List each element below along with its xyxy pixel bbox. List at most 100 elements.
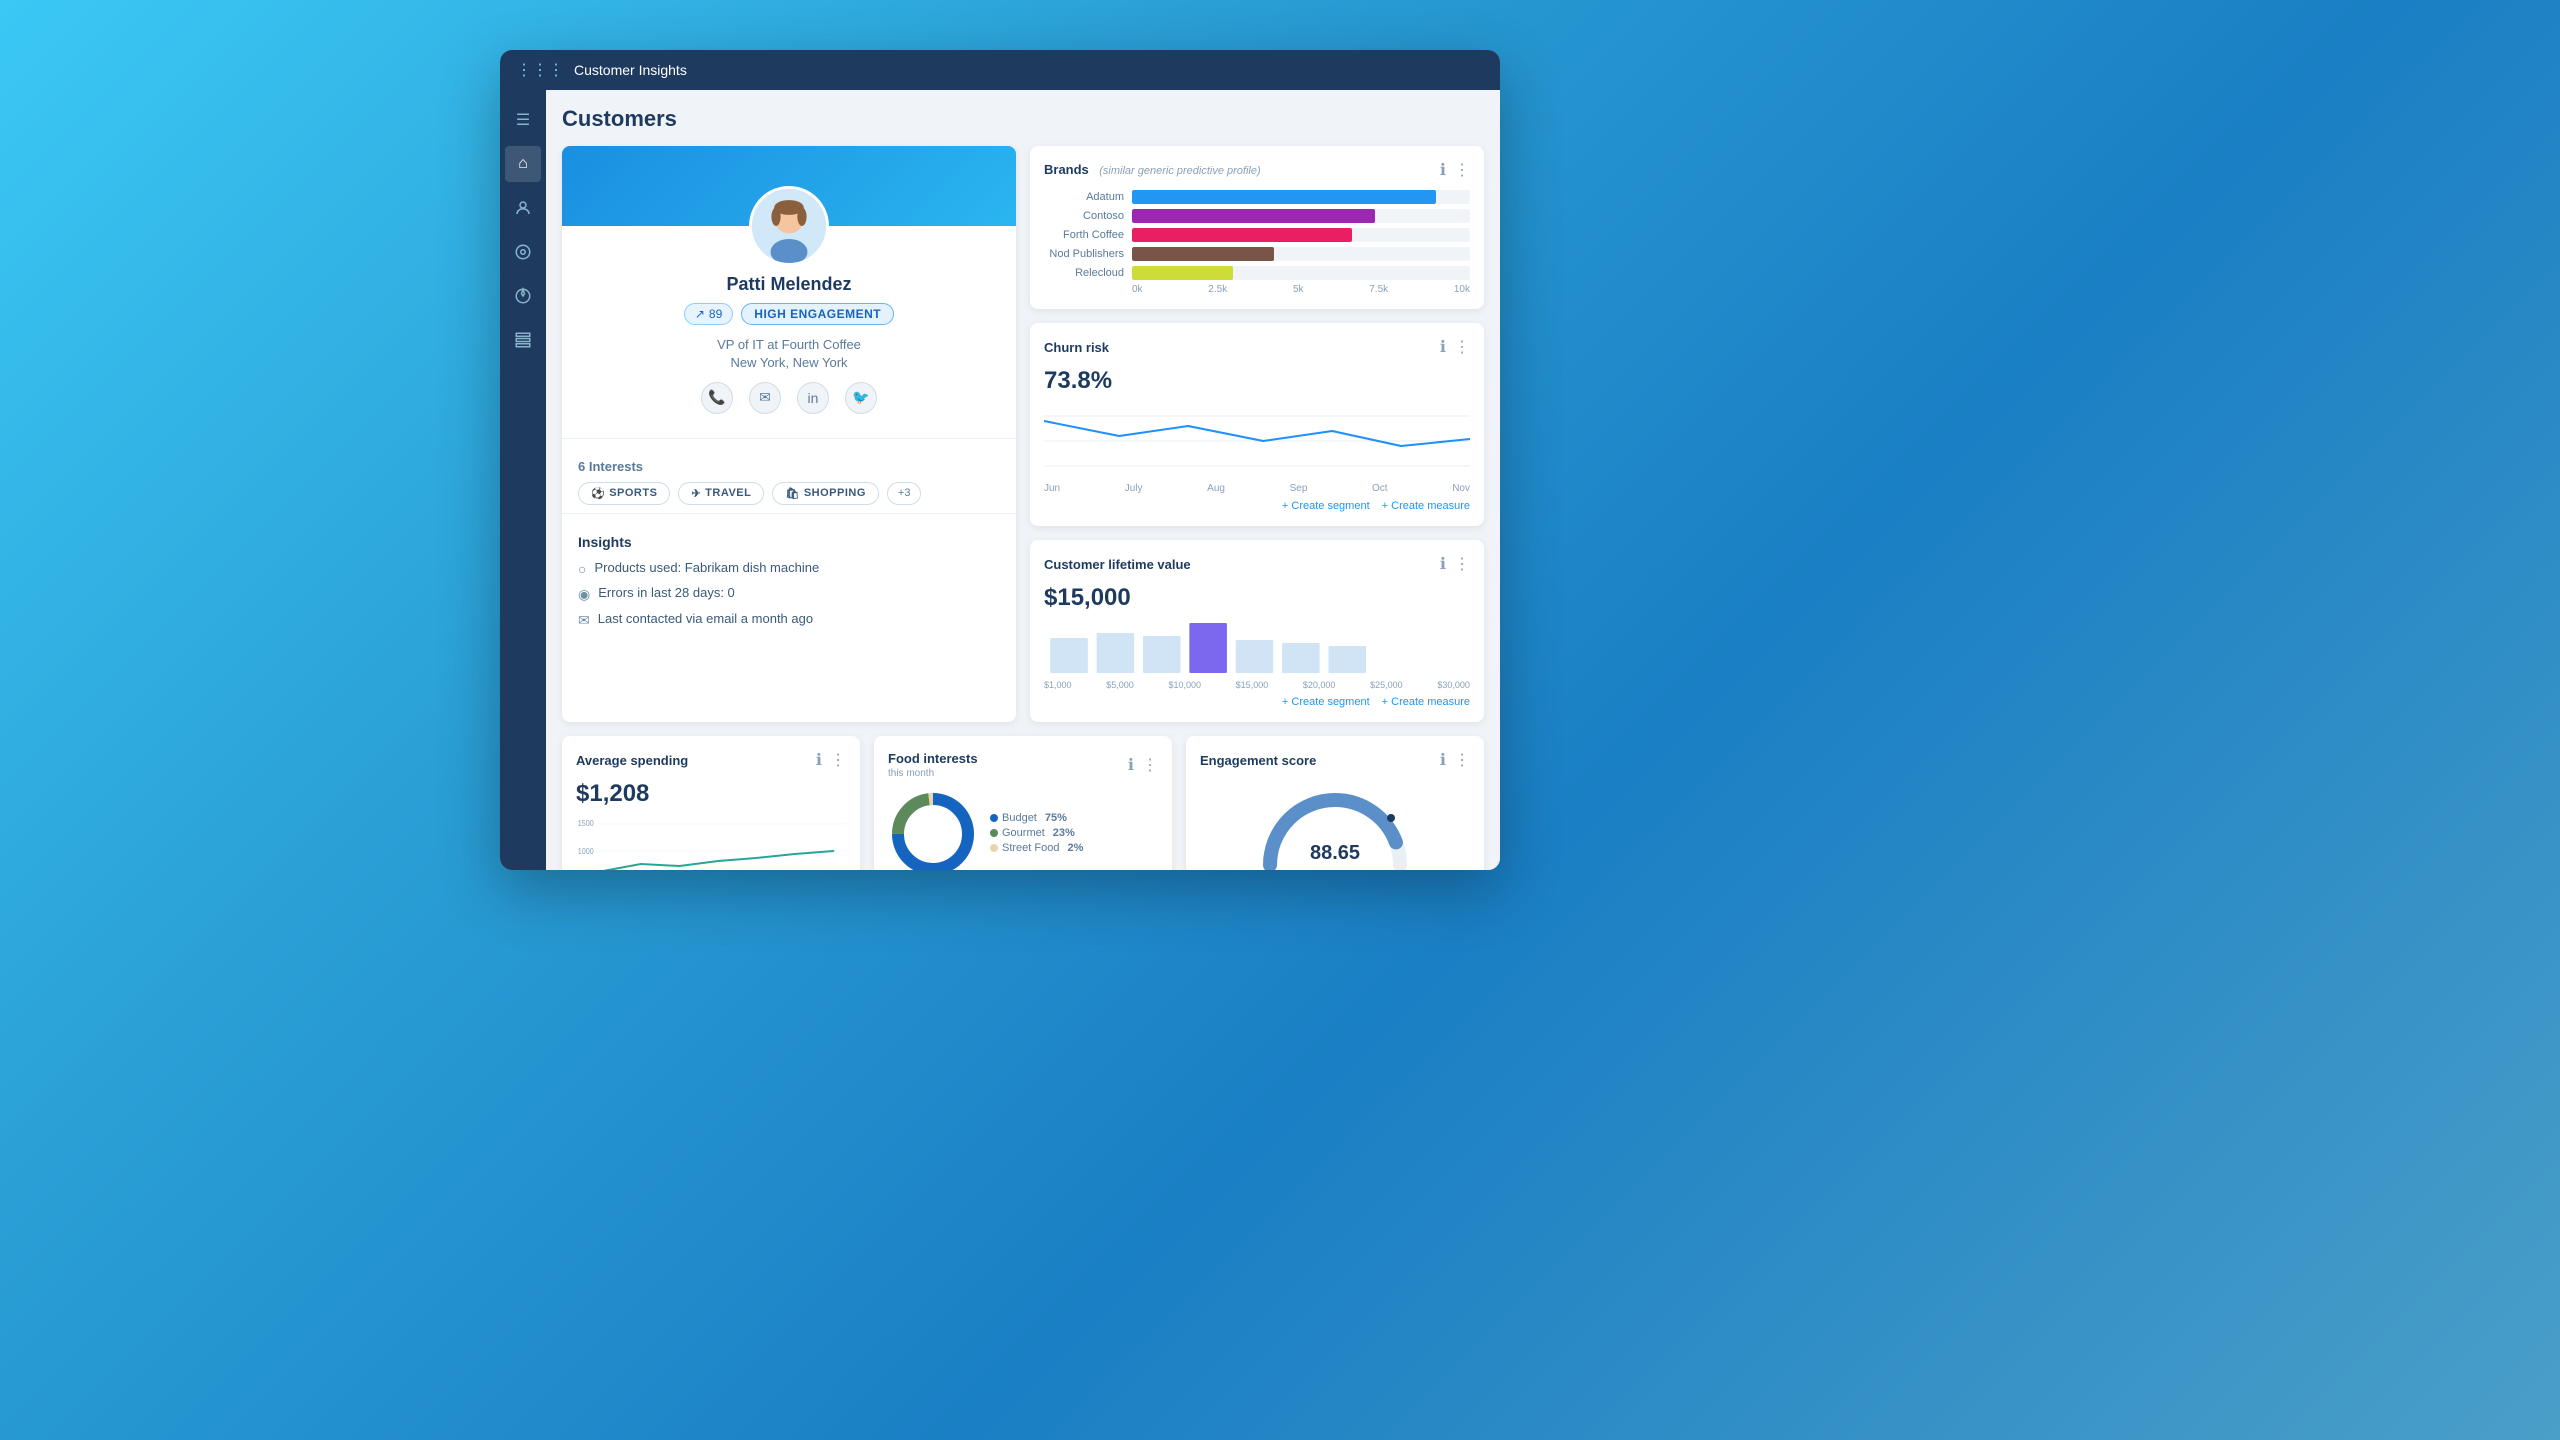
- churn-card-header: Churn risk ℹ ⋮: [1044, 337, 1470, 357]
- churn-info-icon[interactable]: ℹ: [1440, 337, 1446, 357]
- sports-icon: ⚽: [591, 487, 605, 500]
- brand-label: Relecloud: [1044, 267, 1124, 279]
- axis-label-0k: 0k: [1132, 284, 1143, 295]
- tag-more[interactable]: +3: [887, 482, 922, 505]
- profile-badges: ↗ 89 HIGH ENGAGEMENT: [578, 303, 1000, 325]
- axis-label-5k: 5k: [1293, 284, 1304, 295]
- sidebar-item-home[interactable]: ⌂: [505, 146, 541, 182]
- sidebar-item-menu[interactable]: ☰: [505, 102, 541, 138]
- legend-gourmet: Gourmet 23%: [990, 827, 1083, 839]
- churn-risk-card: Churn risk ℹ ⋮ 73.8%: [1030, 323, 1484, 526]
- profile-avatar-wrap: [562, 186, 1016, 266]
- insight-icon-2: ◉: [578, 586, 590, 603]
- tag-shopping[interactable]: 🛍 SHOPPING: [772, 482, 879, 505]
- engagement-title: Engagement score: [1200, 753, 1316, 768]
- engagement-card-header: Engagement score ℹ ⋮: [1200, 750, 1470, 770]
- engagement-score-card: Engagement score ℹ ⋮: [1186, 736, 1484, 870]
- divider-1: [562, 438, 1016, 439]
- interests-title: 6 Interests: [578, 459, 1000, 474]
- brand-bar: [1132, 266, 1233, 280]
- lifetime-x-axis: $1,000 $5,000 $10,000 $15,000 $20,000 $2…: [1044, 680, 1470, 690]
- brand-row: Forth Coffee: [1044, 228, 1470, 242]
- brands-card: Brands (similar generic predictive profi…: [1030, 146, 1484, 309]
- spending-chart: 1500 1000 500: [576, 816, 846, 870]
- lifetime-info-icon[interactable]: ℹ: [1440, 554, 1446, 574]
- email-icon[interactable]: ✉: [749, 382, 781, 414]
- churn-chart: [1044, 401, 1470, 481]
- engagement-more-icon[interactable]: ⋮: [1454, 750, 1470, 770]
- sidebar-item-compass[interactable]: [505, 278, 541, 314]
- sidebar-item-people[interactable]: [505, 190, 541, 226]
- phone-icon[interactable]: 📞: [701, 382, 733, 414]
- legend-dot-gourmet: [990, 829, 998, 837]
- donut-wrap: Budget 75% Gourmet 23% Street Food: [888, 789, 1158, 870]
- divider-2: [562, 513, 1016, 514]
- profile-job-title: VP of IT at Fourth Coffee: [578, 335, 1000, 355]
- churn-more-icon[interactable]: ⋮: [1454, 337, 1470, 357]
- profile-actions: 📞 ✉ in 🐦: [578, 382, 1000, 414]
- brand-label: Forth Coffee: [1044, 229, 1124, 241]
- food-info-icon[interactable]: ℹ: [1128, 755, 1134, 775]
- donut-chart: [888, 789, 978, 870]
- churn-label-jul: July: [1125, 483, 1143, 494]
- spending-info-icon[interactable]: ℹ: [816, 750, 822, 770]
- churn-label-sep: Sep: [1290, 483, 1308, 494]
- insight-item-2: ◉ Errors in last 28 days: 0: [578, 585, 1000, 603]
- app-title: Customer Insights: [574, 62, 687, 78]
- food-title: Food interests: [888, 751, 978, 766]
- twitter-icon[interactable]: 🐦: [845, 382, 877, 414]
- more-icon[interactable]: ⋮: [1454, 160, 1470, 180]
- brand-bar-wrap: [1132, 190, 1470, 204]
- brands-title: Brands: [1044, 162, 1089, 177]
- gauge-wrap: 88.65: [1200, 780, 1470, 870]
- badge-score: ↗ 89: [684, 303, 733, 325]
- create-segment-link[interactable]: + Create segment: [1282, 500, 1370, 512]
- sidebar-item-analytics[interactable]: [505, 234, 541, 270]
- brand-row: Adatum: [1044, 190, 1470, 204]
- spending-more-icon[interactable]: ⋮: [830, 750, 846, 770]
- linkedin-icon[interactable]: in: [797, 382, 829, 414]
- lifetime-chart: [1044, 618, 1470, 678]
- legend-dot-budget: [990, 814, 998, 822]
- main-grid: Patti Melendez ↗ 89 HIGH ENGAGEMENT VP o…: [562, 146, 1484, 722]
- spending-card-header: Average spending ℹ ⋮: [576, 750, 846, 770]
- food-more-icon[interactable]: ⋮: [1142, 755, 1158, 775]
- insights-section: Insights ○ Products used: Fabrikam dish …: [562, 522, 1016, 653]
- lifetime-title: Customer lifetime value: [1044, 557, 1191, 572]
- brand-bar: [1132, 228, 1352, 242]
- svg-text:1500: 1500: [578, 819, 594, 828]
- brands-subtitle: (similar generic predictive profile): [1099, 165, 1260, 177]
- create-measure-link[interactable]: + Create measure: [1382, 500, 1470, 512]
- lifetime-more-icon[interactable]: ⋮: [1454, 554, 1470, 574]
- brand-bar-wrap: [1132, 247, 1470, 261]
- churn-x-axis: Jun July Aug Sep Oct Nov: [1044, 483, 1470, 494]
- brand-bar: [1132, 247, 1274, 261]
- brand-bar-wrap: [1132, 228, 1470, 242]
- lifetime-card-icons: ℹ ⋮: [1440, 554, 1470, 574]
- lifetime-value-card: Customer lifetime value ℹ ⋮ $15,000: [1030, 540, 1484, 722]
- churn-label-aug: Aug: [1207, 483, 1225, 494]
- tag-sports[interactable]: ⚽ SPORTS: [578, 482, 670, 505]
- tag-travel[interactable]: ✈ TRAVEL: [678, 482, 764, 505]
- engagement-info-icon[interactable]: ℹ: [1440, 750, 1446, 770]
- lifetime-create-segment[interactable]: + Create segment: [1282, 696, 1370, 708]
- food-subtitle: this month: [888, 768, 978, 779]
- shopping-icon: 🛍: [785, 487, 799, 500]
- title-bar: ⋮⋮⋮ Customer Insights: [500, 50, 1500, 90]
- bottom-row: Average spending ℹ ⋮ $1,208 1500 1000 50…: [562, 736, 1484, 870]
- insights-title: Insights: [578, 534, 1000, 550]
- gauge-value: 88.65: [1310, 842, 1360, 865]
- lifetime-card-header: Customer lifetime value ℹ ⋮: [1044, 554, 1470, 574]
- churn-title: Churn risk: [1044, 340, 1109, 355]
- food-card-header: Food interests this month ℹ ⋮: [888, 750, 1158, 779]
- avatar: [749, 186, 829, 266]
- donut-legend: Budget 75% Gourmet 23% Street Food: [990, 812, 1083, 857]
- sidebar-item-data[interactable]: [505, 322, 541, 358]
- avg-spending-card: Average spending ℹ ⋮ $1,208 1500 1000 50…: [562, 736, 860, 870]
- lifetime-create-measure[interactable]: + Create measure: [1382, 696, 1470, 708]
- legend-budget: Budget 75%: [990, 812, 1083, 824]
- info-icon[interactable]: ℹ: [1440, 160, 1446, 180]
- travel-icon: ✈: [691, 487, 701, 500]
- right-column: Brands (similar generic predictive profi…: [1030, 146, 1484, 722]
- insight-icon-1: ○: [578, 561, 586, 577]
